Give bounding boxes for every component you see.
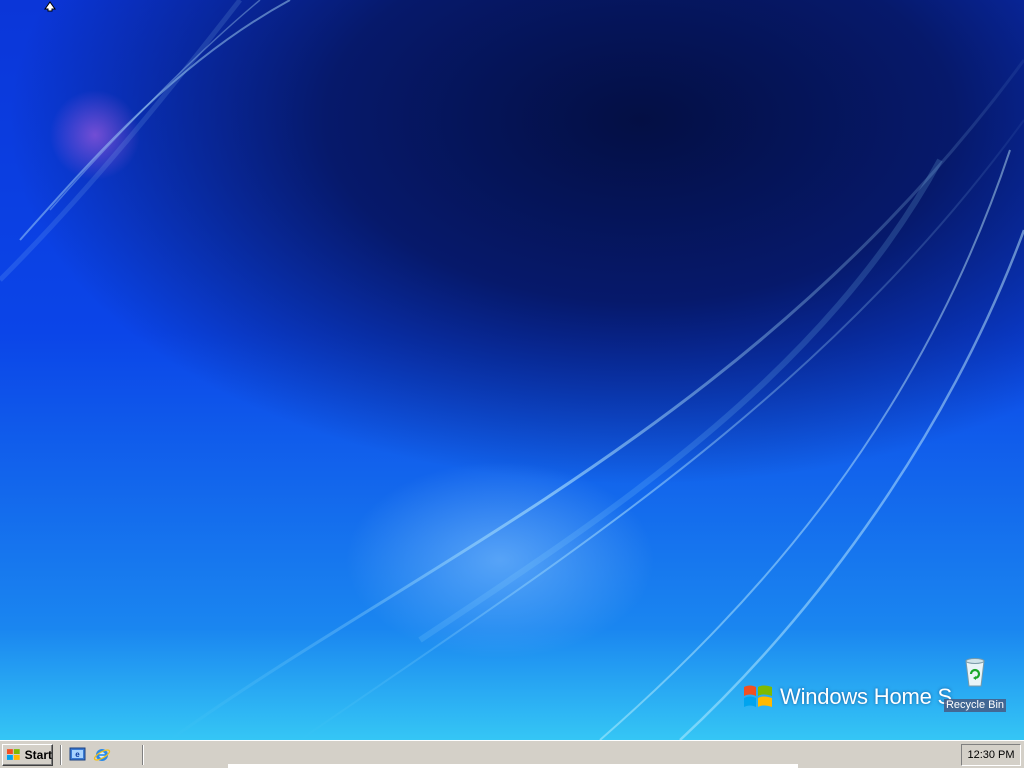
recycle-bin-icon — [965, 658, 985, 687]
desktop-icon-recycle-bin[interactable]: Recycle Bin — [942, 656, 1008, 713]
start-label: Start — [24, 748, 52, 762]
show-desktop-icon[interactable]: e — [69, 746, 87, 764]
mouse-cursor-icon — [44, 1, 56, 12]
taskbar-separator — [142, 745, 144, 765]
taskbar-separator — [60, 745, 62, 765]
taskbar-bottom-strip — [228, 764, 798, 768]
branding-text: Windows Home S — [780, 684, 953, 709]
windows-branding: Windows Home S — [742, 680, 962, 714]
system-tray-clock[interactable]: 12:30 PM — [961, 744, 1021, 766]
svg-text:e: e — [75, 750, 80, 759]
internet-explorer-icon[interactable] — [93, 746, 111, 764]
windows-flag-icon — [6, 749, 20, 760]
desktop[interactable]: Windows Home S Recycle Bin — [0, 0, 1024, 740]
windows-logo-icon — [744, 685, 772, 707]
clock-text: 12:30 PM — [967, 749, 1015, 761]
wallpaper-light-streaks — [0, 0, 1024, 740]
desktop-icon-label: Recycle Bin — [943, 699, 1007, 712]
start-button[interactable]: Start — [2, 744, 53, 766]
